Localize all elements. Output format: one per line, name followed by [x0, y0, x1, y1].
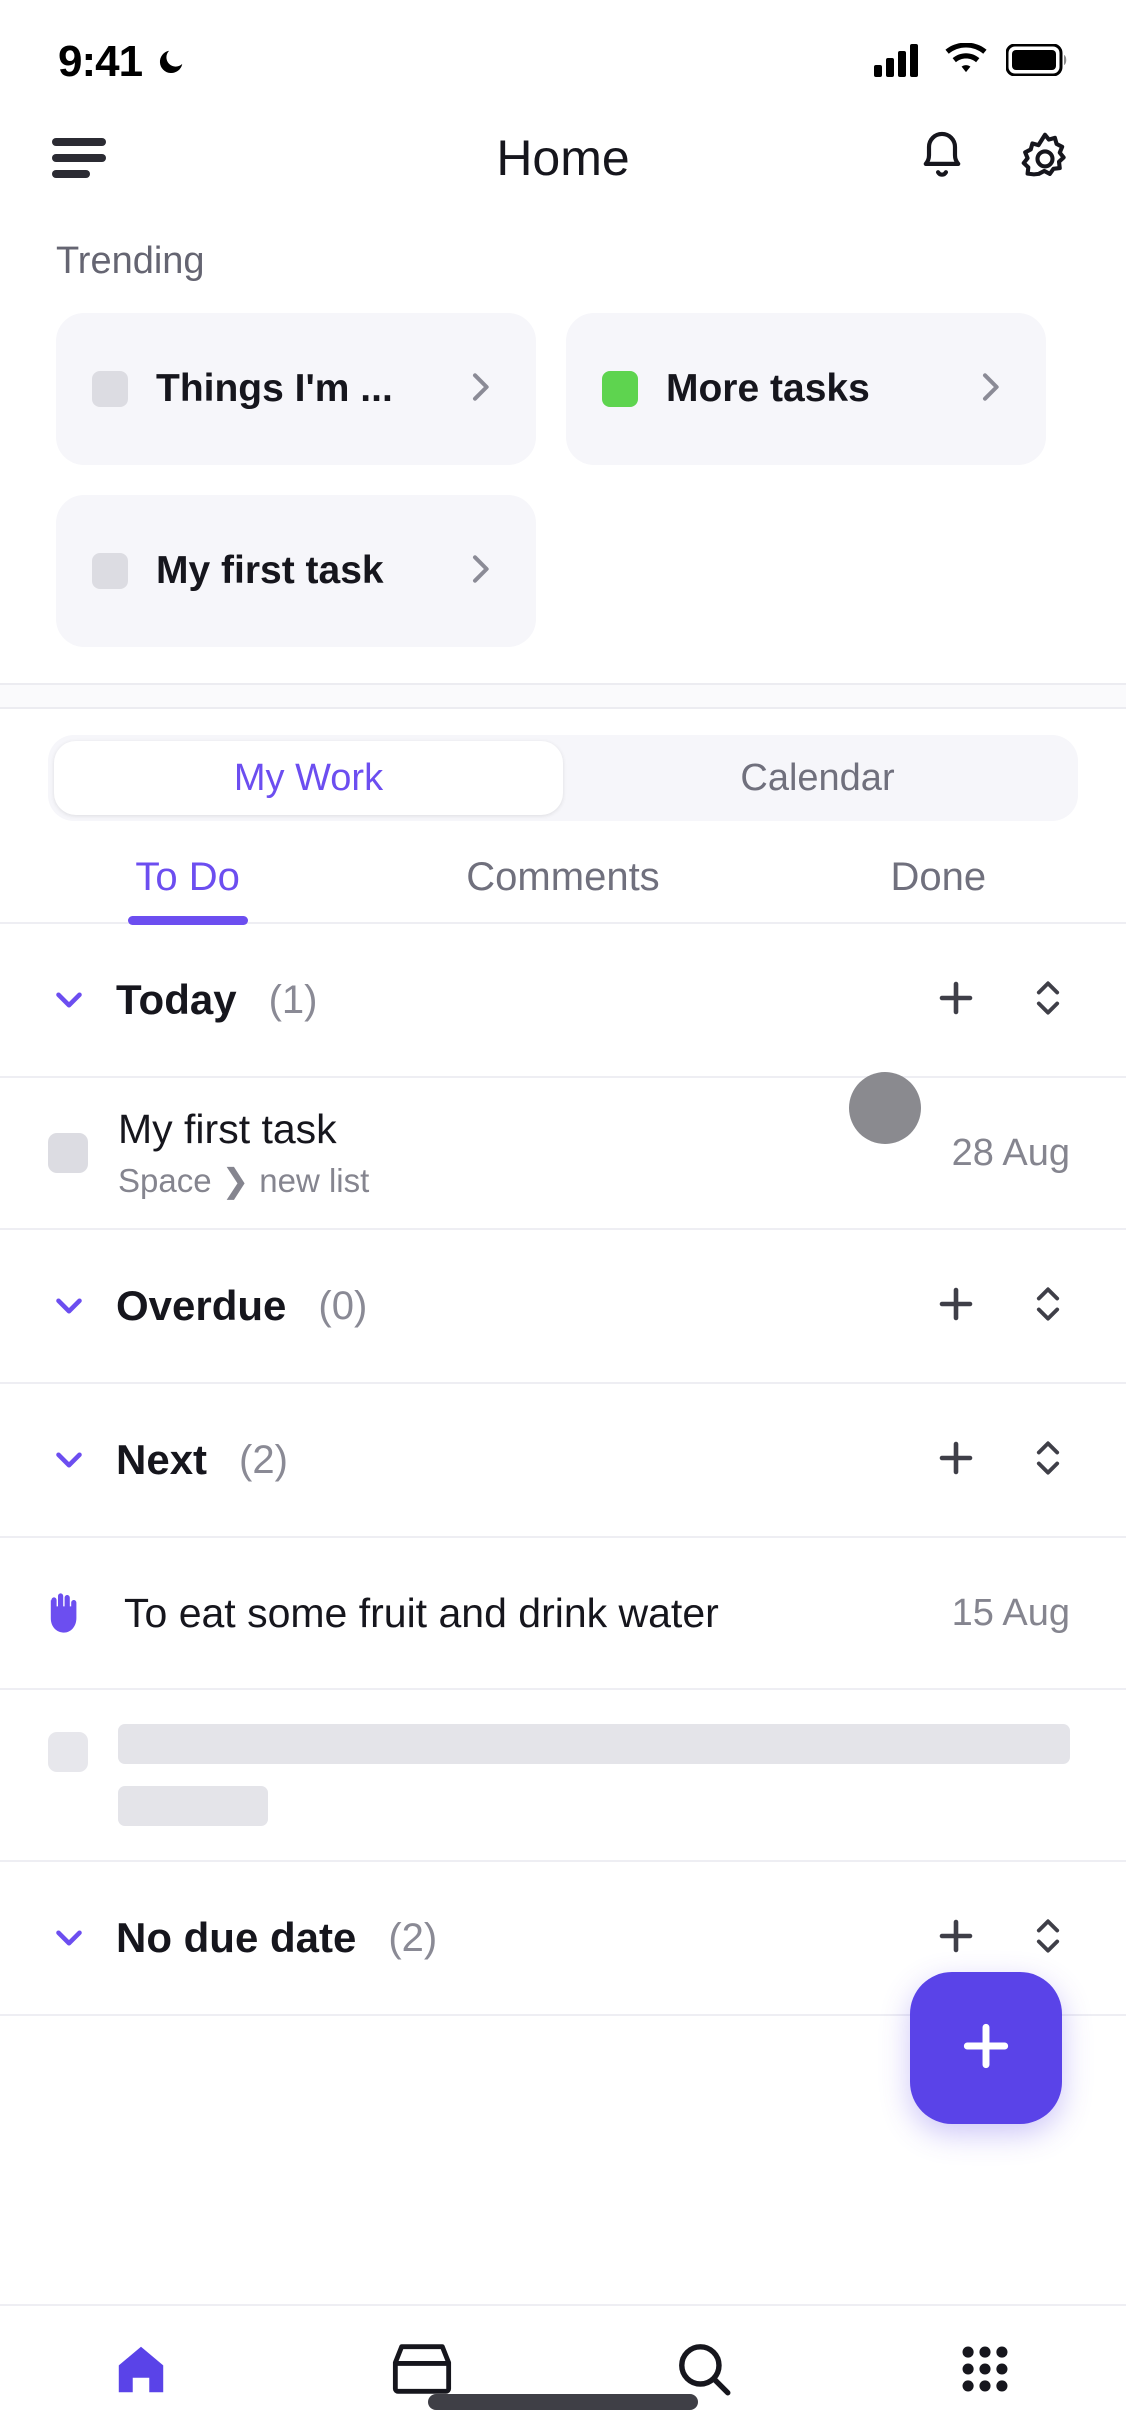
task-row-loading: [0, 1690, 1126, 1862]
bottom-navigation: [0, 2304, 1126, 2436]
group-header-overdue[interactable]: Overdue (0): [0, 1230, 1126, 1384]
status-bar-right: [874, 42, 1068, 82]
chevron-down-icon[interactable]: [48, 979, 90, 1021]
segment-calendar[interactable]: Calendar: [563, 741, 1072, 815]
apps-grid-icon: [956, 2340, 1014, 2403]
sort-updown-icon[interactable]: [1026, 1912, 1070, 1965]
group-actions: [932, 1280, 1070, 1333]
task-row[interactable]: My first task Space ❯ new list 28 Aug: [0, 1078, 1126, 1230]
plus-icon[interactable]: [932, 974, 980, 1027]
cursor-blob: [849, 1072, 921, 1144]
task-title: My first task: [118, 1106, 337, 1152]
trending-card-grid: Things I'm ... More tasks My first task: [56, 313, 1070, 647]
list-color-badge: [602, 371, 638, 407]
gear-icon[interactable]: [1016, 127, 1074, 190]
section-divider: [0, 683, 1126, 709]
home-indicator: [428, 2394, 698, 2410]
sort-updown-icon[interactable]: [1026, 1280, 1070, 1333]
tab-to-do[interactable]: To Do: [0, 855, 375, 922]
tab-comments[interactable]: Comments: [375, 855, 750, 922]
battery-full-icon: [1005, 43, 1068, 81]
trending-card[interactable]: My first task: [56, 495, 536, 647]
plus-icon: [954, 2014, 1018, 2083]
nav-home[interactable]: [0, 2338, 282, 2405]
task-status-square[interactable]: [48, 1133, 88, 1173]
group-count: (2): [239, 1437, 288, 1482]
chevron-down-icon[interactable]: [48, 1285, 90, 1327]
group-count: (2): [388, 1915, 438, 1960]
skeleton-bar-title: [118, 1724, 1070, 1764]
recurring-hand-icon: [36, 1585, 90, 1641]
sort-updown-icon[interactable]: [1026, 974, 1070, 1027]
cellular-bars-icon: [874, 43, 926, 82]
plus-icon[interactable]: [932, 1912, 980, 1965]
plus-icon[interactable]: [932, 1434, 980, 1487]
group-actions: [932, 1912, 1070, 1965]
chevron-down-icon[interactable]: [48, 1917, 90, 1959]
chevron-down-icon[interactable]: [48, 1439, 90, 1481]
task-due-date[interactable]: 28 Aug: [952, 1132, 1070, 1175]
bell-icon[interactable]: [914, 127, 970, 190]
segment-my-work[interactable]: My Work: [54, 741, 563, 815]
task-row[interactable]: To eat some fruit and drink water 15 Aug: [0, 1538, 1126, 1690]
group-name: Overdue: [116, 1282, 287, 1329]
work-calendar-switch: My Work Calendar: [0, 709, 1126, 821]
header-actions: [914, 127, 1074, 190]
breadcrumb-space: Space: [118, 1161, 212, 1199]
status-bar-left: 9:41: [58, 37, 186, 87]
trending-card-title: Things I'm ...: [156, 367, 393, 410]
task-title: To eat some fruit and drink water: [124, 1589, 719, 1636]
group-name: Next: [116, 1436, 208, 1483]
breadcrumb-separator-icon: ❯: [221, 1162, 250, 1199]
segmented-control: My Work Calendar: [48, 735, 1078, 821]
sort-updown-icon[interactable]: [1026, 1434, 1070, 1487]
chevron-right-icon: [460, 367, 500, 412]
task-tabs: To Do Comments Done: [0, 821, 1126, 924]
group-count: (1): [268, 977, 318, 1022]
group-count: (0): [318, 1283, 368, 1328]
group-name: No due date: [116, 1914, 357, 1961]
nav-apps[interactable]: [845, 2340, 1126, 2403]
status-time: 9:41: [58, 37, 143, 86]
group-actions: [932, 1434, 1070, 1487]
skeleton-bar-meta: [118, 1786, 268, 1826]
hamburger-menu-icon[interactable]: [52, 138, 106, 178]
group-header-next[interactable]: Next (2): [0, 1384, 1126, 1538]
plus-icon[interactable]: [932, 1280, 980, 1333]
moon-icon: [156, 47, 186, 77]
wifi-icon: [944, 42, 988, 82]
trending-card[interactable]: More tasks: [566, 313, 1046, 465]
task-list: Today (1) My first task Space ❯ new list: [0, 924, 1126, 2016]
skeleton-placeholder: [118, 1724, 1070, 1826]
phone-screen: 9:41 Home Trending Things I'm ... More t…: [0, 0, 1126, 2436]
tab-done[interactable]: Done: [751, 855, 1126, 922]
status-bar: 9:41: [0, 0, 1126, 104]
task-breadcrumb: Space ❯ new list: [118, 1161, 369, 1200]
trending-card[interactable]: Things I'm ...: [56, 313, 536, 465]
list-color-badge: [92, 371, 128, 407]
home-icon: [110, 2338, 172, 2405]
group-header-today[interactable]: Today (1): [0, 924, 1126, 1078]
breadcrumb-list: new list: [259, 1161, 370, 1199]
trending-card-title: My first task: [156, 549, 384, 592]
group-name: Today: [116, 976, 237, 1023]
list-color-badge: [92, 553, 128, 589]
trending-card-title: More tasks: [666, 367, 870, 410]
trending-label: Trending: [56, 240, 205, 282]
task-due-date[interactable]: 15 Aug: [952, 1592, 1070, 1635]
trending-section: Trending Things I'm ... More tasks My fi…: [0, 212, 1126, 647]
task-content: My first task Space ❯ new list: [118, 1106, 369, 1200]
task-status-square: [48, 1732, 88, 1772]
app-header: Home: [0, 104, 1126, 212]
chevron-right-icon: [460, 549, 500, 594]
group-actions: [932, 974, 1070, 1027]
chevron-right-icon: [970, 367, 1010, 412]
add-task-fab[interactable]: [910, 1972, 1062, 2124]
